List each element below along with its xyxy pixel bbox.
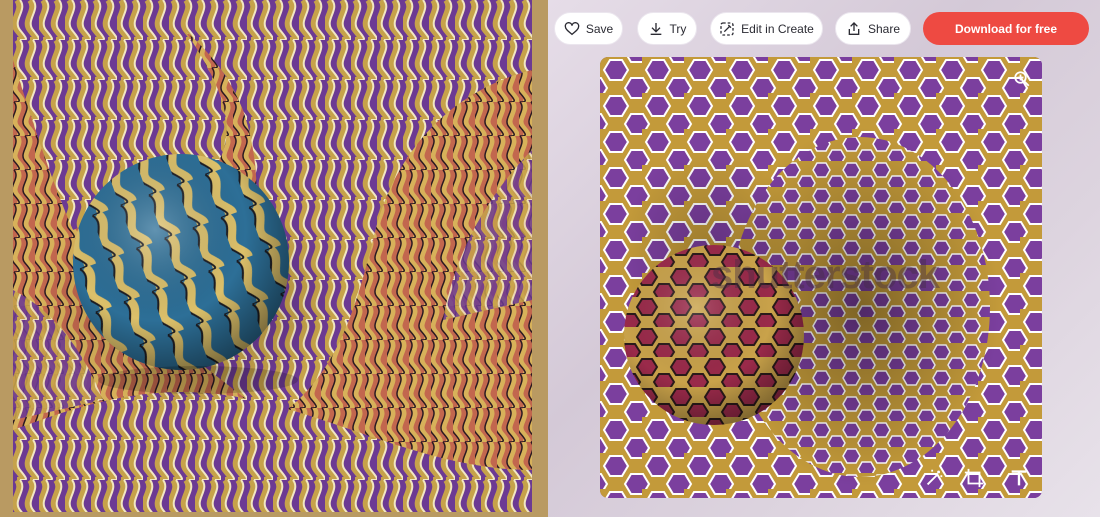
edit-label: Edit in Create [741,21,814,36]
heart-icon [564,21,580,35]
try-button[interactable]: Try [637,12,697,45]
magic-edit-icon [720,21,734,36]
download-icon [650,22,661,35]
text-tool-button[interactable] [1003,464,1035,492]
image-preview[interactable]: shutterstock [600,57,1042,498]
magic-wand-icon [926,469,943,486]
text-icon [1011,470,1027,486]
share-icon [848,21,860,35]
share-button[interactable]: Share [835,12,911,45]
left-image-panel [0,0,548,517]
zoom-in-icon [1014,71,1030,87]
share-label: Share [867,21,901,36]
zoom-button[interactable] [1010,67,1034,91]
edit-in-create-button[interactable]: Edit in Create [710,12,823,45]
try-label: Try [669,21,687,36]
magic-edit-tool-button[interactable] [918,464,950,492]
save-label: Save [585,21,614,36]
download-button[interactable]: Download for free [923,12,1089,45]
image-toolbar: Save Try Edit in Create Share Download f… [548,12,1100,46]
image-detail-panel: Save Try Edit in Create Share Download f… [548,0,1100,517]
crop-tool-button[interactable] [958,464,990,492]
wave-illusion-image [13,0,532,512]
crop-icon [964,468,984,488]
save-button[interactable]: Save [554,12,623,45]
hexagon-illusion-image [600,57,1042,498]
